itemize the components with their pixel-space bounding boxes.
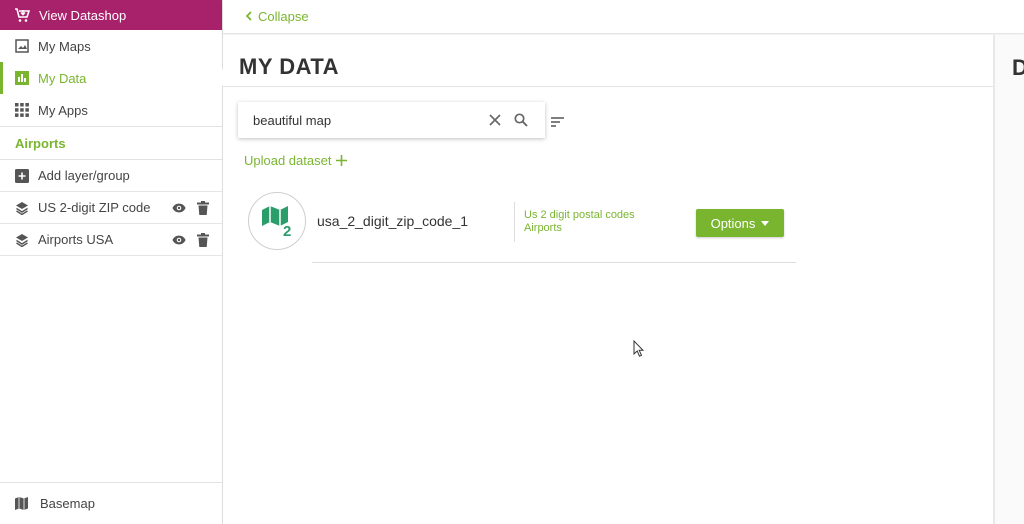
image-icon: [15, 39, 29, 53]
add-layer-button[interactable]: Add layer/group: [0, 160, 222, 192]
view-datashop-button[interactable]: View Datashop: [0, 0, 222, 30]
search-input[interactable]: [238, 102, 483, 138]
mouse-cursor-icon: [633, 340, 645, 357]
trash-icon[interactable]: [197, 232, 211, 247]
sidebar-item-label: My Data: [38, 70, 87, 86]
dataset-icon: 2: [248, 192, 306, 250]
layers-icon: [15, 201, 29, 215]
search-box: [238, 102, 545, 138]
collapse-button[interactable]: Collapse: [245, 9, 309, 24]
secondary-panel: D: [993, 35, 1024, 524]
layer-name: Airports USA: [38, 232, 114, 247]
top-bar: Collapse: [223, 0, 1024, 34]
bar-chart-icon: [15, 71, 29, 85]
sidebar-item-my-maps[interactable]: My Maps: [0, 30, 222, 62]
sort-icon[interactable]: [550, 115, 566, 129]
layer-name: US 2-digit ZIP code: [38, 200, 151, 215]
options-label: Options: [710, 215, 756, 231]
dataset-tag[interactable]: Airports: [524, 222, 635, 235]
add-layer-label: Add layer/group: [38, 168, 130, 183]
view-datashop-label: View Datashop: [39, 7, 127, 23]
collapse-label: Collapse: [258, 9, 309, 24]
map-title: Airports: [15, 135, 66, 151]
cart-icon: [14, 7, 30, 23]
sidebar-item-label: My Maps: [38, 38, 91, 54]
app-root: View Datashop My Maps My Data My Apps Ai…: [0, 0, 1024, 524]
visibility-eye-icon[interactable]: [172, 233, 186, 247]
options-button[interactable]: Options: [696, 209, 784, 237]
dataset-tags: Us 2 digit postal codes Airports: [524, 209, 635, 235]
chevron-left-icon: [245, 10, 252, 24]
map-2-icon: 2: [262, 206, 291, 238]
page-title: MY DATA: [239, 54, 340, 79]
divider: [514, 202, 515, 242]
basemap-label: Basemap: [40, 496, 95, 511]
plus-icon: [336, 152, 348, 169]
basemap-button[interactable]: Basemap: [0, 482, 222, 524]
map-icon: [15, 497, 28, 510]
layer-row[interactable]: US 2-digit ZIP code: [0, 192, 222, 224]
visibility-eye-icon[interactable]: [172, 201, 186, 215]
dataset-name: usa_2_digit_zip_code_1: [317, 213, 469, 229]
search-icon[interactable]: [509, 108, 533, 132]
svg-text:2: 2: [283, 223, 291, 238]
add-box-icon: [15, 168, 29, 183]
trash-icon[interactable]: [197, 200, 211, 215]
sidebar-item-label: My Apps: [38, 102, 88, 118]
panel-header: MY DATA: [223, 35, 993, 87]
upload-dataset-label: Upload dataset: [244, 153, 332, 168]
sidebar: View Datashop My Maps My Data My Apps Ai…: [0, 0, 223, 524]
dataset-row[interactable]: 2 usa_2_digit_zip_code_1 Us 2 digit post…: [248, 192, 796, 263]
layers-icon: [15, 233, 29, 247]
secondary-panel-title: D: [1012, 55, 1024, 80]
caret-down-icon: [761, 218, 770, 228]
clear-icon[interactable]: [483, 108, 507, 132]
apps-grid-icon: [15, 103, 29, 117]
dataset-tag[interactable]: Us 2 digit postal codes: [524, 209, 635, 222]
upload-dataset-link[interactable]: Upload dataset: [244, 152, 348, 169]
sidebar-item-my-data[interactable]: My Data: [0, 62, 222, 94]
divider: [312, 262, 796, 263]
layer-row[interactable]: Airports USA: [0, 224, 222, 256]
my-data-panel: MY DATA Upload dataset: [223, 35, 993, 524]
sidebar-item-my-apps[interactable]: My Apps: [0, 94, 222, 126]
